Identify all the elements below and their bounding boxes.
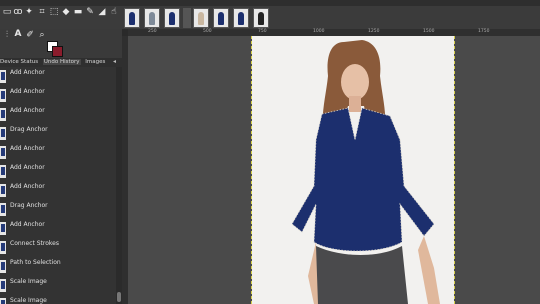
horizontal-ruler: 250 500 750 1000 1250 1500 1750 xyxy=(128,29,540,36)
history-thumbnail-icon xyxy=(0,127,6,140)
history-item-label: Add Anchor xyxy=(10,145,45,152)
image-canvas[interactable] xyxy=(252,36,454,304)
image-tab-5[interactable] xyxy=(193,8,209,28)
canvas-boundary-left xyxy=(251,36,253,304)
history-item[interactable]: Add Anchor xyxy=(0,86,116,105)
lasso-icon[interactable]: ꝏ xyxy=(13,7,23,17)
rect-select-icon[interactable]: ▭ xyxy=(2,7,12,17)
ruler-tick-label: 1750 xyxy=(478,29,490,34)
undo-history-list: Add Anchor Add Anchor Add Anchor Drag Ancho… xyxy=(0,67,116,304)
image-tab-2[interactable] xyxy=(144,8,160,28)
ruler-tick-label: 1000 xyxy=(313,29,325,34)
tab-undo-history[interactable]: Undo History xyxy=(42,59,81,65)
history-item-label: Path to Selection xyxy=(10,259,61,266)
toolbar-and-image-tabs: ▭ ꝏ ✦ ⌗ ⬚ ◆ ▬ ✎ ◢ ☝ xyxy=(0,6,540,29)
panel-menu-icon[interactable]: ◂ xyxy=(113,58,116,65)
history-item-label: Add Anchor xyxy=(10,164,45,171)
history-item-label: Add Anchor xyxy=(10,183,45,190)
dock-tabs: Device Status Undo History Images xyxy=(0,58,122,67)
history-item-label: Scale Image xyxy=(10,278,47,285)
image-tab-1[interactable] xyxy=(124,8,140,28)
color-picker-icon[interactable]: ✐ xyxy=(25,30,35,40)
history-item-label: Add Anchor xyxy=(10,107,45,114)
zoom-icon[interactable]: ⌕ xyxy=(37,30,47,40)
history-thumbnail-icon xyxy=(0,70,6,83)
history-item[interactable]: Add Anchor xyxy=(0,105,116,124)
background-color-swatch[interactable] xyxy=(52,46,63,57)
tab-device-status[interactable]: Device Status xyxy=(0,59,38,65)
history-thumbnail-icon xyxy=(0,203,6,216)
history-thumbnail-icon xyxy=(0,108,6,121)
bucket-fill-icon[interactable]: ◆ xyxy=(61,7,71,17)
ruler-tick-label: 500 xyxy=(203,29,212,34)
history-item-label: Connect Strokes xyxy=(10,240,59,247)
image-tab-3[interactable] xyxy=(164,8,180,28)
transform-icon[interactable]: ⬚ xyxy=(49,7,59,17)
history-item-label: Add Anchor xyxy=(10,69,45,76)
fuzzy-select-icon[interactable]: ✦ xyxy=(24,7,34,17)
history-item[interactable]: Drag Anchor xyxy=(0,124,116,143)
gradient-icon[interactable]: ▬ xyxy=(73,7,83,17)
history-item[interactable]: Scale Image xyxy=(0,276,116,295)
history-thumbnail-icon xyxy=(0,146,6,159)
paths-icon[interactable]: ⫶ xyxy=(2,30,12,40)
history-item[interactable]: Add Anchor xyxy=(0,67,116,86)
history-thumbnail-icon xyxy=(0,241,6,254)
canvas-boundary-right xyxy=(454,36,456,304)
history-thumbnail-icon xyxy=(0,279,6,292)
history-item-label: Add Anchor xyxy=(10,221,45,228)
history-thumbnail-icon xyxy=(0,222,6,235)
ruler-tick-label: 1500 xyxy=(423,29,435,34)
history-thumbnail-icon xyxy=(0,165,6,178)
image-tab-6[interactable] xyxy=(213,8,229,28)
history-item[interactable]: Add Anchor xyxy=(0,143,116,162)
image-tab-4[interactable] xyxy=(183,8,191,28)
history-thumbnail-icon xyxy=(0,298,6,304)
eraser-icon[interactable]: ◢ xyxy=(97,7,107,17)
history-item-label: Scale Image xyxy=(10,297,47,304)
history-item-label: Add Anchor xyxy=(10,88,45,95)
ruler-tick-label: 250 xyxy=(148,29,157,34)
ruler-tick-label: 1250 xyxy=(368,29,380,34)
ruler-tick-label: 750 xyxy=(258,29,267,34)
history-thumbnail-icon xyxy=(0,260,6,273)
scrollbar-thumb[interactable] xyxy=(117,292,121,302)
history-item[interactable]: Add Anchor xyxy=(0,181,116,200)
paintbrush-icon[interactable]: ✎ xyxy=(85,7,95,17)
image-tab-7[interactable] xyxy=(233,8,249,28)
history-item[interactable]: Drag Anchor xyxy=(0,200,116,219)
history-item[interactable]: Scale Image xyxy=(0,295,116,304)
history-item-label: Drag Anchor xyxy=(10,126,48,133)
history-thumbnail-icon xyxy=(0,184,6,197)
history-item-label: Drag Anchor xyxy=(10,202,48,209)
crop-icon[interactable]: ⌗ xyxy=(37,7,47,17)
history-item[interactable]: Add Anchor xyxy=(0,219,116,238)
image-tab-8[interactable] xyxy=(253,8,269,28)
text-icon[interactable]: A xyxy=(13,29,23,39)
history-thumbnail-icon xyxy=(0,89,6,102)
model-photo xyxy=(252,36,454,304)
history-item[interactable]: Connect Strokes xyxy=(0,238,116,257)
history-item[interactable]: Add Anchor xyxy=(0,162,116,181)
history-item[interactable]: Path to Selection xyxy=(0,257,116,276)
smudge-icon[interactable]: ☝ xyxy=(109,7,119,17)
tab-images[interactable]: Images xyxy=(85,59,105,65)
